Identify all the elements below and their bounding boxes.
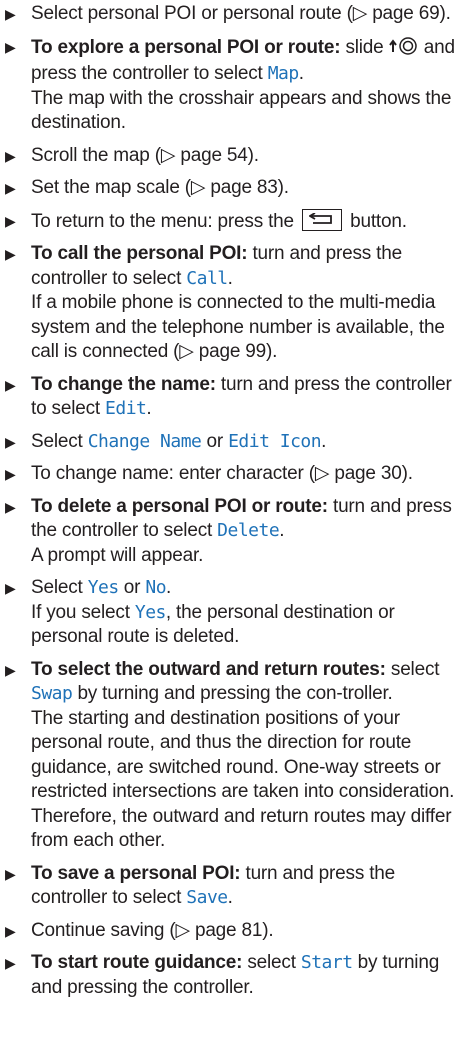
step-text: or <box>118 577 146 598</box>
bullet-icon: ▶ <box>5 212 16 229</box>
menu-keyword: Save <box>186 887 228 908</box>
instruction-text: To return to the menu: press the button. <box>31 208 456 235</box>
step-heading: To save a personal POI: <box>31 862 241 884</box>
bullet-icon: ▶ <box>5 955 16 971</box>
step-text: . <box>298 63 304 84</box>
step-heading: To change the name: <box>31 373 216 395</box>
instruction-text: To select the outward and return routes:… <box>31 658 456 854</box>
step-result: If a mobile phone is connected to the mu… <box>31 292 445 362</box>
step-text: slide <box>340 36 389 58</box>
instruction-text: To save a personal POI: turn and press t… <box>31 862 456 911</box>
step-text: or <box>201 430 229 452</box>
menu-keyword: Yes <box>134 601 167 623</box>
instruction-item: ▶ To select the outward and return route… <box>0 658 462 854</box>
manual-page: ▶ Select personal POI or personal route … <box>0 0 462 1049</box>
instruction-item: ▶ To change the name: turn and press the… <box>0 373 462 422</box>
bullet-icon: ▶ <box>5 376 16 393</box>
menu-keyword: Edit Icon <box>228 430 322 452</box>
step-text: To return to the menu: press the <box>31 210 299 232</box>
step-result: A prompt will appear. <box>31 544 204 566</box>
bullet-icon: ▶ <box>5 922 16 939</box>
bullet-icon: ▶ <box>5 38 16 55</box>
instruction-text: To change name: enter character (▷ page … <box>31 462 456 487</box>
instruction-item: ▶ To save a personal POI: turn and press… <box>0 862 462 911</box>
instruction-item: ▶ Select personal POI or personal route … <box>0 2 462 27</box>
bullet-icon: ▶ <box>5 246 16 262</box>
bullet-icon: ▶ <box>5 433 16 450</box>
step-text: . <box>146 398 152 419</box>
step-heading: To call the personal POI: <box>31 243 248 264</box>
menu-keyword: Map <box>267 63 300 84</box>
instruction-item: ▶ To delete a personal POI or route: tur… <box>0 495 462 569</box>
bullet-icon: ▶ <box>5 661 16 678</box>
step-text: . <box>166 577 172 598</box>
instruction-item: ▶ Select Change Name or Edit Icon. <box>0 430 462 455</box>
step-text: . <box>321 430 327 452</box>
step-text: Continue saving (▷ page 81). <box>31 919 274 941</box>
instruction-item: ▶ To call the personal POI: turn and pre… <box>0 242 462 365</box>
instruction-text: Set the map scale (▷ page 83). <box>31 176 456 201</box>
controller-slide-up-icon <box>388 35 419 63</box>
step-text: . <box>227 267 233 289</box>
menu-keyword: Swap <box>31 683 73 704</box>
step-text: select <box>242 952 301 973</box>
instruction-item: ▶ To explore a personal POI or route: sl… <box>0 35 462 136</box>
instruction-item: ▶ Select Yes or No. If you select Yes, th… <box>0 576 462 650</box>
step-text: Select <box>31 577 88 598</box>
step-text: Set the map scale (▷ page 83). <box>31 177 289 198</box>
instruction-text: To delete a personal POI or route: turn … <box>31 495 456 569</box>
instruction-item: ▶ Set the map scale (▷ page 83). <box>0 176 462 201</box>
step-text: button. <box>345 210 407 232</box>
bullet-icon: ▶ <box>5 498 16 515</box>
instruction-text: Continue saving (▷ page 81). <box>31 919 456 944</box>
menu-keyword: Start <box>300 952 353 973</box>
bullet-icon: ▶ <box>5 466 16 482</box>
instruction-text: To call the personal POI: turn and press… <box>31 242 456 365</box>
bullet-icon: ▶ <box>5 865 16 882</box>
step-result: The starting and destination positions o… <box>31 707 455 852</box>
step-heading: To select the outward and return routes: <box>31 658 386 680</box>
step-text: . <box>227 887 233 908</box>
instruction-text: To explore a personal POI or route: slid… <box>31 35 456 136</box>
instruction-text: To change the name: turn and press the c… <box>31 373 456 422</box>
menu-keyword: Yes <box>87 577 120 598</box>
instruction-item: ▶ To return to the menu: press the butto… <box>0 208 462 235</box>
back-button-icon <box>302 208 342 231</box>
step-text: . <box>279 520 285 541</box>
bullet-icon: ▶ <box>5 147 16 164</box>
step-result: The map with the crosshair appears and s… <box>31 87 452 134</box>
bullet-icon: ▶ <box>5 580 16 596</box>
step-text: To change name: enter character (▷ page … <box>31 463 413 484</box>
instruction-text: To start route guidance: select Start by… <box>31 951 456 1000</box>
menu-keyword: Delete <box>217 520 280 541</box>
step-heading: To start route guidance: <box>31 952 243 973</box>
instruction-item: ▶ To start route guidance: select Start … <box>0 951 462 1000</box>
instruction-text: Scroll the map (▷ page 54). <box>31 144 456 169</box>
step-text: by turning and pressing the con-troller. <box>72 683 393 704</box>
instruction-item: ▶ Scroll the map (▷ page 54). <box>0 144 462 169</box>
instruction-text: Select personal POI or personal route (▷… <box>31 2 456 27</box>
step-heading: To delete a personal POI or route: <box>31 495 328 517</box>
step-text: Scroll the map (▷ page 54). <box>31 144 259 166</box>
step-text: Select <box>31 430 88 452</box>
bullet-icon: ▶ <box>5 180 16 196</box>
step-text: Select personal POI or personal route (▷… <box>31 3 451 24</box>
instruction-text: Select Yes or No. If you select Yes, the … <box>31 576 456 650</box>
step-result: If you select <box>31 601 135 623</box>
instruction-item: ▶ To change name: enter character (▷ pag… <box>0 462 462 487</box>
step-heading: To explore a personal POI or route: <box>31 36 341 58</box>
menu-keyword: Call <box>186 267 228 289</box>
menu-keyword: Edit <box>105 398 147 419</box>
menu-keyword: Change Name <box>87 430 202 452</box>
instruction-text: Select Change Name or Edit Icon. <box>31 430 456 455</box>
menu-keyword: No <box>145 577 167 598</box>
bullet-icon: ▶ <box>5 6 16 22</box>
step-text: select <box>385 658 440 680</box>
instruction-item: ▶ Continue saving (▷ page 81). <box>0 919 462 944</box>
